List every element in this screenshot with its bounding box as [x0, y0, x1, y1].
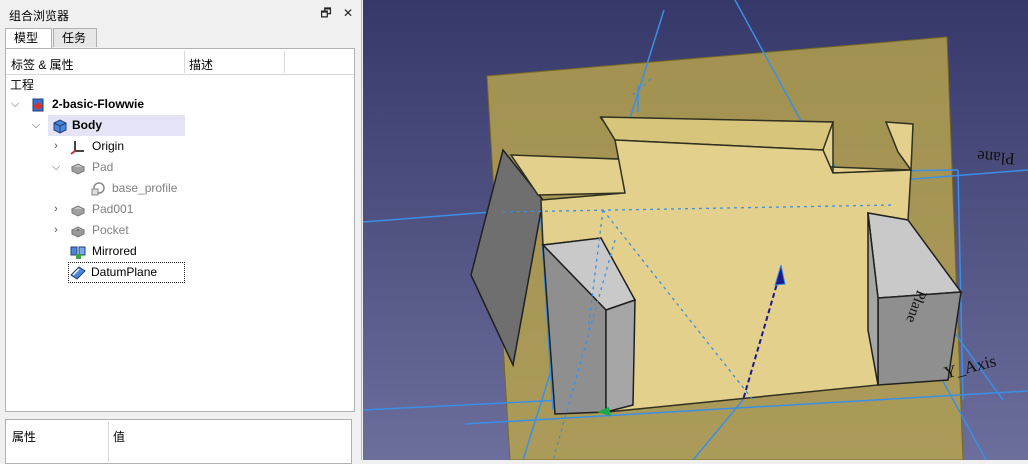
panel-titlebar: 组合浏览器 🗗 ✕ — [0, 0, 361, 26]
tree-item-mirrored[interactable]: Mirrored — [6, 241, 206, 262]
tree-item-pad[interactable]: ⌵ Pad — [6, 157, 206, 178]
pad-icon — [70, 205, 86, 217]
document-icon — [32, 98, 44, 112]
left-pocket-front[interactable] — [605, 298, 636, 413]
pad-icon — [70, 163, 86, 175]
body-icon — [53, 119, 67, 134]
sketch-icon — [91, 182, 105, 196]
float-panel-icon[interactable]: 🗗 — [318, 5, 334, 21]
mirrored-icon — [70, 246, 86, 259]
tree-root-label: 工程 — [10, 78, 35, 92]
close-panel-icon[interactable]: ✕ — [340, 5, 356, 21]
tree-item-base-profile[interactable]: base_profile — [6, 178, 206, 199]
origin-icon — [70, 141, 84, 155]
plane-label-top: Plane — [976, 147, 1015, 169]
chevron-right-icon[interactable]: › — [50, 199, 62, 220]
tree-item-pocket[interactable]: › Pocket — [6, 220, 206, 241]
model-tree[interactable]: 标签 & 属性 描述 工程 ⌵ 2-basic-Flowwie Body ⌵ ›… — [5, 48, 355, 412]
chevron-down-icon[interactable]: ⌵ — [50, 157, 62, 178]
3d-scene[interactable]: Plane Plane Y_Axis — [363, 0, 1028, 460]
column-label-header[interactable]: 标签 & 属性 — [11, 56, 74, 73]
tree-item-body[interactable]: Body — [48, 115, 185, 136]
3d-viewport[interactable]: Plane Plane Y_Axis — [363, 0, 1028, 460]
tree-header: 标签 & 属性 描述 — [6, 49, 354, 75]
chevron-right-icon[interactable]: › — [50, 220, 62, 241]
tree-item-pad001[interactable]: › Pad001 — [6, 199, 206, 220]
column-description-header[interactable]: 描述 — [189, 56, 213, 73]
property-view[interactable]: 属性 值 — [5, 419, 352, 464]
tab-model[interactable]: 模型 — [5, 28, 52, 49]
datum-plane-icon — [70, 266, 86, 280]
chevron-right-icon[interactable]: › — [50, 136, 62, 157]
property-column-header[interactable]: 属性 — [12, 428, 36, 445]
combo-view-panel: 组合浏览器 🗗 ✕ 模型 任务 标签 & 属性 描述 工程 ⌵ 2-basic-… — [0, 0, 362, 464]
chevron-down-icon[interactable]: ⌵ — [30, 115, 42, 136]
value-column-header[interactable]: 值 — [113, 428, 125, 445]
tree-item-document[interactable]: ⌵ 2-basic-Flowwie — [6, 94, 206, 115]
panel-title: 组合浏览器 — [9, 9, 70, 23]
tree-item-datum-plane[interactable]: DatumPlane — [68, 262, 185, 283]
pocket-icon — [70, 226, 86, 238]
tab-tasks[interactable]: 任务 — [53, 28, 97, 47]
chevron-down-icon[interactable]: ⌵ — [9, 94, 21, 115]
tree-item-origin[interactable]: › Origin — [6, 136, 206, 157]
